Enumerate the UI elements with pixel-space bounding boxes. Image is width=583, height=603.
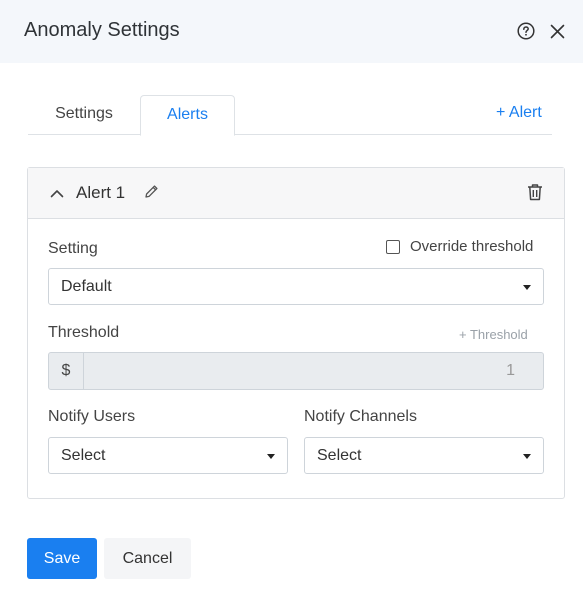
threshold-input[interactable]: $ 1 bbox=[48, 352, 544, 390]
cancel-button[interactable]: Cancel bbox=[104, 538, 191, 579]
dialog-title: Anomaly Settings bbox=[24, 19, 180, 41]
notify-channels-label: Notify Channels bbox=[304, 408, 417, 425]
caret-down-icon bbox=[267, 454, 275, 459]
add-alert-button[interactable]: + Alert bbox=[496, 104, 542, 122]
pencil-icon[interactable] bbox=[144, 184, 159, 199]
add-threshold-button[interactable]: + Threshold bbox=[459, 327, 528, 342]
help-circle-icon[interactable] bbox=[517, 22, 535, 40]
notify-users-select[interactable]: Select bbox=[48, 437, 288, 474]
caret-down-icon bbox=[523, 454, 531, 459]
setting-select-value: Default bbox=[61, 278, 112, 295]
save-button[interactable]: Save bbox=[27, 538, 97, 579]
caret-down-icon bbox=[523, 285, 531, 290]
alert-card-header[interactable]: Alert 1 bbox=[28, 168, 564, 219]
threshold-label: Threshold bbox=[48, 324, 120, 341]
chevron-up-icon[interactable] bbox=[50, 187, 64, 201]
currency-prefix: $ bbox=[49, 353, 84, 389]
notify-users-label: Notify Users bbox=[48, 408, 136, 425]
tab-alerts[interactable]: Alerts bbox=[140, 95, 235, 136]
trash-icon[interactable] bbox=[527, 183, 543, 201]
notify-channels-select[interactable]: Select bbox=[304, 437, 544, 474]
setting-select[interactable]: Default bbox=[48, 268, 544, 305]
notify-channels-value: Select bbox=[317, 447, 362, 464]
dialog-header: Anomaly Settings bbox=[0, 0, 583, 63]
close-icon[interactable] bbox=[550, 24, 565, 39]
threshold-value: 1 bbox=[506, 362, 515, 379]
override-threshold-checkbox[interactable] bbox=[386, 240, 400, 254]
setting-label: Setting bbox=[48, 240, 98, 257]
tab-bar: Settings Alerts bbox=[28, 95, 552, 136]
alert-name: Alert 1 bbox=[76, 183, 126, 202]
notify-users-value: Select bbox=[61, 447, 106, 464]
override-threshold-label: Override threshold bbox=[410, 238, 534, 255]
tab-settings[interactable]: Settings bbox=[28, 95, 140, 135]
alert-card: Alert 1 Setting Override threshold Defau… bbox=[27, 167, 565, 499]
